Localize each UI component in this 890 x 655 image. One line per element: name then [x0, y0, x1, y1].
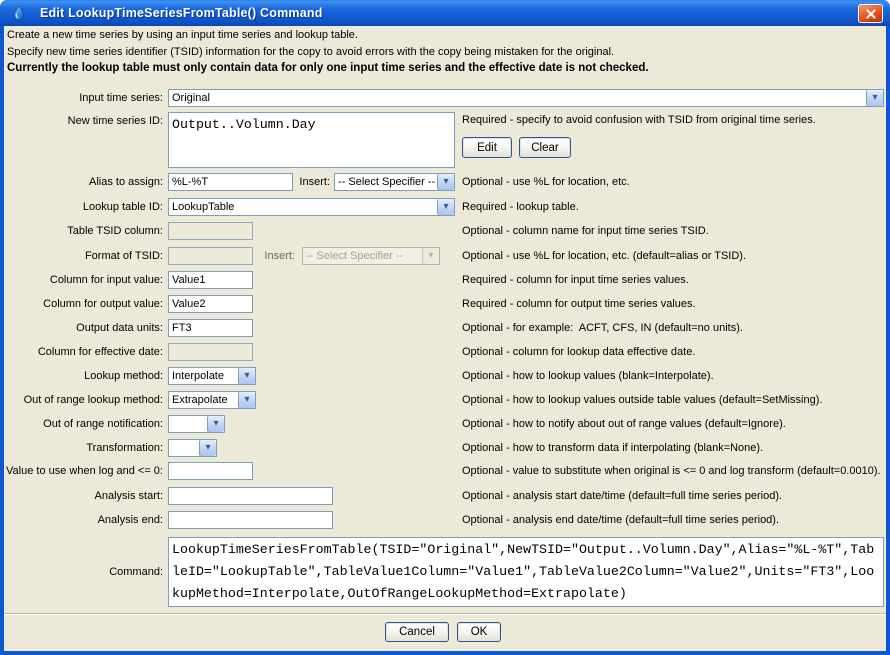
out-of-range-notification-combobox[interactable]: ▾ — [168, 415, 225, 433]
column-for-input-value-input[interactable] — [168, 271, 253, 289]
clear-button[interactable]: Clear — [519, 137, 571, 158]
format-specifier-value: -- Select Specifier -- — [303, 248, 422, 264]
chevron-down-icon[interactable]: ▾ — [238, 368, 255, 384]
analysis-end-label: Analysis end: — [0, 514, 163, 526]
lookup-method-value: Interpolate — [169, 368, 238, 384]
new-time-series-id-textarea[interactable]: Output..Volumn.Day — [168, 112, 455, 168]
out-of-range-lookup-method-value: Extrapolate — [169, 392, 238, 408]
note-line-2: Specify new time series identifier (TSID… — [7, 46, 614, 58]
dialog-window: Edit LookupTimeSeriesFromTable() Command… — [0, 0, 890, 655]
format-specifier-combobox: -- Select Specifier -- ▾ — [302, 247, 440, 265]
analysis-start-input[interactable] — [168, 487, 333, 505]
analysis-start-label: Analysis start: — [0, 490, 163, 502]
chevron-down-icon[interactable]: ▾ — [437, 174, 454, 190]
out-of-range-lookup-method-label: Out of range lookup method: — [0, 394, 163, 406]
column-for-input-value-label: Column for input value: — [0, 274, 163, 286]
alias-description: Optional - use %L for location, etc. — [462, 176, 630, 188]
button-panel-separator — [4, 613, 886, 615]
column-for-effective-date-input — [168, 343, 253, 361]
new-time-series-id-label: New time series ID: — [0, 115, 163, 127]
lookup-method-description: Optional - how to lookup values (blank=I… — [462, 370, 714, 382]
note-line-3: Currently the lookup table must only con… — [7, 62, 649, 74]
window-title: Edit LookupTimeSeriesFromTable() Command — [40, 6, 323, 20]
log-value-description: Optional - value to substitute when orig… — [462, 465, 881, 477]
out-of-range-notification-value — [169, 416, 207, 432]
alias-specifier-value: -- Select Specifier -- — [335, 174, 437, 190]
close-button[interactable] — [858, 4, 883, 23]
chevron-down-icon[interactable]: ▾ — [238, 392, 255, 408]
column-for-input-value-description: Required - column for input time series … — [462, 274, 689, 286]
table-tsid-column-input — [168, 222, 253, 240]
log-value-input[interactable] — [168, 462, 253, 480]
title-bar: Edit LookupTimeSeriesFromTable() Command — [0, 0, 890, 26]
alias-insert-label: Insert: — [240, 176, 330, 188]
command-label: Command: — [0, 566, 163, 578]
chevron-down-icon: ▾ — [422, 248, 439, 264]
analysis-start-description: Optional - analysis start date/time (def… — [462, 490, 782, 502]
out-of-range-lookup-method-combobox[interactable]: Extrapolate ▾ — [168, 391, 256, 409]
column-for-output-value-description: Required - column for output time series… — [462, 298, 696, 310]
input-time-series-label: Input time series: — [0, 92, 163, 104]
cancel-button[interactable]: Cancel — [385, 622, 449, 642]
command-textarea[interactable]: LookupTimeSeriesFromTable(TSID="Original… — [168, 537, 884, 607]
format-of-tsid-description: Optional - use %L for location, etc. (de… — [462, 250, 746, 262]
table-tsid-column-description: Optional - column name for input time se… — [462, 225, 709, 237]
alias-specifier-combobox[interactable]: -- Select Specifier -- ▾ — [334, 173, 455, 191]
lookup-method-label: Lookup method: — [0, 370, 163, 382]
ok-button[interactable]: OK — [457, 622, 501, 642]
output-data-units-input[interactable] — [168, 319, 253, 337]
chevron-down-icon[interactable]: ▾ — [199, 440, 216, 456]
lookup-table-id-combobox[interactable]: LookupTable ▾ — [168, 198, 455, 216]
output-data-units-label: Output data units: — [0, 322, 163, 334]
transformation-label: Transformation: — [0, 442, 163, 454]
lookup-method-combobox[interactable]: Interpolate ▾ — [168, 367, 256, 385]
transformation-value — [169, 440, 199, 456]
lookup-table-id-value: LookupTable — [169, 199, 437, 215]
chevron-down-icon[interactable]: ▾ — [437, 199, 454, 215]
lookup-table-id-description: Required - lookup table. — [462, 201, 579, 213]
analysis-end-description: Optional - analysis end date/time (defau… — [462, 514, 779, 526]
format-of-tsid-label: Format of TSID: — [0, 250, 163, 262]
format-insert-label: Insert: — [205, 250, 295, 262]
column-for-effective-date-description: Optional - column for lookup data effect… — [462, 346, 695, 358]
new-time-series-id-description: Required - specify to avoid confusion wi… — [462, 114, 816, 126]
lookup-table-id-label: Lookup table ID: — [0, 201, 163, 213]
transformation-combobox[interactable]: ▾ — [168, 439, 217, 457]
out-of-range-notification-label: Out of range notification: — [0, 418, 163, 430]
chevron-down-icon[interactable]: ▾ — [207, 416, 224, 432]
column-for-output-value-label: Column for output value: — [0, 298, 163, 310]
close-icon — [866, 9, 876, 19]
edit-button[interactable]: Edit — [462, 137, 512, 158]
note-line-1: Create a new time series by using an inp… — [7, 29, 358, 41]
table-tsid-column-label: Table TSID column: — [0, 225, 163, 237]
output-data-units-description: Optional - for example: ACFT, CFS, IN (d… — [462, 322, 743, 334]
column-for-effective-date-label: Column for effective date: — [0, 346, 163, 358]
alias-to-assign-label: Alias to assign: — [0, 176, 163, 188]
water-droplet-icon — [11, 5, 27, 21]
input-time-series-combobox[interactable]: Original ▾ — [168, 89, 884, 107]
transformation-description: Optional - how to transform data if inte… — [462, 442, 763, 454]
out-of-range-notification-description: Optional - how to notify about out of ra… — [462, 418, 786, 430]
log-value-label: Value to use when log and <= 0: — [0, 465, 163, 477]
chevron-down-icon[interactable]: ▾ — [866, 90, 883, 106]
out-of-range-lookup-method-description: Optional - how to lookup values outside … — [462, 394, 822, 406]
input-time-series-value: Original — [169, 90, 866, 106]
analysis-end-input[interactable] — [168, 511, 333, 529]
column-for-output-value-input[interactable] — [168, 295, 253, 313]
